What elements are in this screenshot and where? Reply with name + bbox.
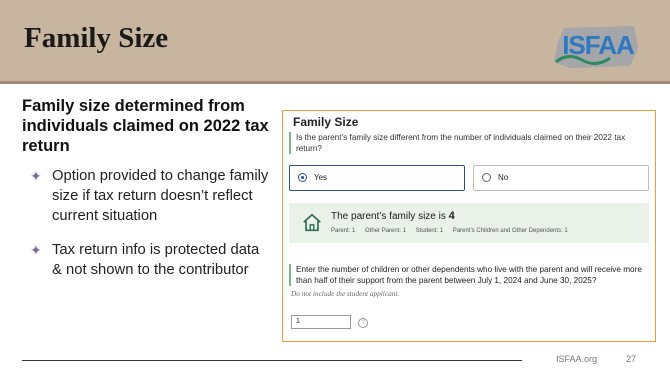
bullet-item: ✦ Option provided to change family size … [22, 166, 272, 226]
footer-page-number: 27 [626, 354, 637, 364]
lead-text: Family size determined from individuals … [22, 97, 269, 155]
yes-label: Yes [314, 173, 328, 182]
left-column: Family size determined from individuals … [22, 96, 272, 280]
summary-text: The parent’s family size is 4 [331, 210, 455, 222]
bullet-star-icon: ✦ [30, 242, 42, 258]
bullet-star-icon: ✦ [30, 168, 42, 184]
footer-site: ISFAA.org [556, 354, 598, 364]
slide-title: Family Size [24, 22, 169, 54]
breakdown-item: Student: 1 [415, 228, 444, 234]
logo-text: ISFAA [562, 30, 635, 60]
help-icon[interactable]: ? [358, 318, 368, 328]
dependents-note: Do not include the student applicant. [291, 289, 400, 298]
no-option[interactable]: No [473, 165, 649, 191]
dependents-number-input[interactable]: 1 [291, 315, 351, 329]
dependents-question: Enter the number of children or other de… [289, 264, 652, 286]
bullet-text: Option provided to change family size if… [52, 168, 269, 224]
breakdown-item: Parent’s Children and Other Dependents: … [452, 228, 568, 234]
summary-breakdown: Parent: 1 Other Parent: 1 Student: 1 Par… [331, 228, 576, 234]
panel-title: Family Size [293, 115, 359, 129]
bullet-item: ✦ Tax return info is protected data & no… [22, 240, 272, 280]
family-size-question: Is the parent’s family size different fr… [289, 132, 646, 154]
summary-value: 4 [448, 210, 455, 222]
slide: Family Size ISFAA Family size determined… [0, 0, 670, 379]
bullet-text: Tax return info is protected data & not … [52, 242, 260, 278]
breakdown-item: Other Parent: 1 [365, 228, 407, 234]
radio-selected-icon[interactable] [298, 173, 307, 182]
isfaa-logo: ISFAA [546, 22, 642, 70]
yes-option[interactable]: Yes [289, 165, 465, 191]
footer-divider [22, 360, 522, 361]
house-icon [303, 213, 321, 232]
breakdown-item: Parent: 1 [331, 228, 356, 234]
slide-header: Family Size ISFAA [0, 0, 670, 84]
no-label: No [498, 173, 509, 182]
radio-unselected-icon[interactable] [482, 173, 491, 182]
family-size-summary: The parent’s family size is 4 Parent: 1 … [289, 203, 649, 243]
summary-label: The parent’s family size is [331, 211, 446, 222]
family-size-panel: Family Size Is the parent’s family size … [282, 110, 656, 342]
